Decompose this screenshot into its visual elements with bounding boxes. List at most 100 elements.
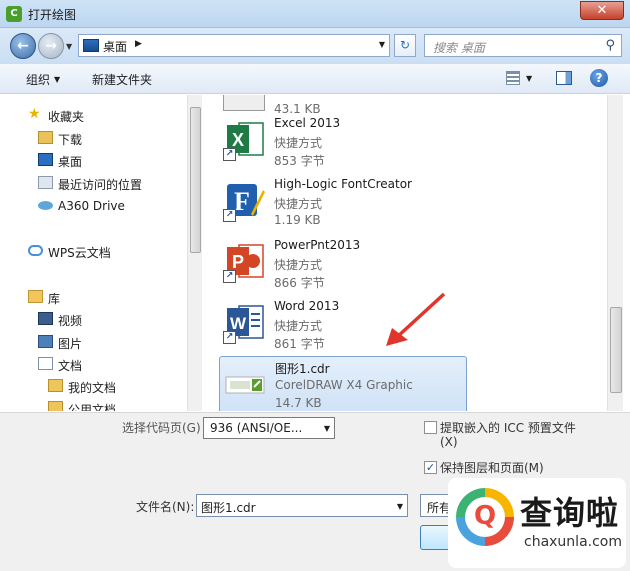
icc-checkbox[interactable]	[424, 421, 437, 434]
folder-icon	[48, 401, 63, 411]
svg-text:X: X	[232, 130, 244, 150]
sidebar-label: 收藏夹	[48, 110, 85, 124]
word-icon: W ↗	[223, 302, 265, 344]
cloud-icon	[28, 245, 43, 256]
breadcrumb-chevron-icon[interactable]: ▶	[135, 39, 142, 49]
desktop-icon	[38, 153, 53, 166]
address-dropdown-icon[interactable]: ▼	[379, 40, 385, 49]
history-dropdown-icon[interactable]: ▼	[66, 42, 72, 51]
chevron-down-icon[interactable]: ▼	[397, 502, 403, 511]
watermark: Q 查询啦 chaxunla.com	[448, 478, 626, 568]
navigation-bar: ← → ▼ 桌面 ▶ ▼ ↻ 搜索 桌面 ⚲	[0, 28, 630, 64]
sidebar-scroll-thumb[interactable]	[190, 107, 201, 253]
file-name: PowerPnt2013	[274, 238, 361, 252]
back-button[interactable]: ←	[10, 33, 36, 59]
icc-label: 提取嵌入的 ICC 预置文件	[440, 421, 576, 435]
file-item-cdr[interactable]: 图形1.cdr CorelDRAW X4 Graphic 14.7 KB	[219, 356, 467, 411]
sidebar-label: 最近访问的位置	[58, 178, 143, 192]
file-list-scrollbar[interactable]	[607, 95, 623, 411]
sidebar-label: 文档	[58, 359, 83, 373]
downloads-folder-icon	[38, 131, 53, 144]
forward-button[interactable]: →	[38, 33, 64, 59]
sidebar-label: A360 Drive	[58, 199, 125, 213]
recent-places-icon	[38, 176, 53, 189]
file-type: 快捷方式	[274, 136, 323, 150]
file-name: High-Logic FontCreator	[274, 177, 412, 191]
title-bar: C 打开绘图 ✕	[0, 0, 630, 28]
sidebar-label: 桌面	[58, 155, 83, 169]
search-icon[interactable]: ⚲	[605, 38, 615, 53]
file-list-scroll-thumb[interactable]	[610, 307, 622, 393]
file-type: 快捷方式	[274, 319, 323, 333]
filename-value: 图形1.cdr	[201, 501, 256, 515]
file-name: Word 2013	[274, 299, 340, 313]
coreldraw-file-icon	[224, 363, 266, 405]
window-title: 打开绘图	[28, 8, 77, 22]
watermark-logo-icon: Q	[456, 488, 514, 546]
close-button[interactable]: ✕	[580, 1, 624, 20]
documents-icon	[38, 357, 53, 370]
refresh-button[interactable]: ↻	[394, 34, 416, 57]
partial-file-icon	[223, 95, 265, 111]
search-box[interactable]: 搜索 桌面 ⚲	[424, 34, 622, 57]
library-icon	[28, 290, 43, 303]
pictures-icon	[38, 335, 53, 348]
star-icon: ★	[28, 106, 41, 122]
file-size: 866 字节	[274, 276, 325, 290]
svg-text:P: P	[232, 252, 244, 272]
view-dropdown-icon[interactable]: ▼	[526, 74, 532, 83]
chevron-down-icon[interactable]: ▼	[324, 424, 330, 433]
fontcreator-icon: F ↗	[223, 180, 265, 222]
layers-checkbox[interactable]: ✓	[424, 461, 437, 474]
file-type: CorelDRAW X4 Graphic	[275, 378, 413, 392]
icc-label-shortcut: (X)	[440, 435, 458, 449]
cloud-drive-icon	[38, 201, 53, 210]
organize-dropdown-icon[interactable]: ▼	[54, 75, 60, 84]
change-view-icon[interactable]	[506, 71, 520, 85]
sidebar-label: 下载	[58, 133, 83, 147]
red-arrow-annotation	[386, 292, 446, 346]
file-name: 图形1.cdr	[275, 362, 330, 376]
file-size: 861 字节	[274, 337, 325, 351]
sidebar-label: 图片	[58, 337, 83, 351]
sidebar-label: 公用文档	[68, 403, 117, 411]
preview-pane-icon[interactable]	[556, 71, 572, 85]
codepage-value: 936 (ANSI/OE...	[210, 421, 303, 435]
filename-label: 文件名(N):	[136, 500, 195, 514]
address-bar[interactable]: 桌面 ▶ ▼	[78, 34, 390, 57]
address-text: 桌面	[103, 40, 128, 54]
app-icon: C	[6, 6, 22, 22]
organize-button[interactable]: 组织	[26, 71, 50, 88]
folder-icon	[48, 379, 63, 392]
sidebar-scrollbar[interactable]	[187, 95, 202, 411]
codepage-select[interactable]: 936 (ANSI/OE... ▼	[203, 417, 335, 439]
sidebar-label: WPS云文档	[48, 246, 111, 260]
navigation-pane: ★ 收藏夹 下载 桌面 最近访问的位置 A360 Drive WPS云文档 库	[0, 95, 202, 411]
svg-text:F: F	[234, 187, 250, 216]
file-name: Excel 2013	[274, 116, 341, 130]
filename-input[interactable]: 图形1.cdr ▼	[196, 494, 408, 517]
codepage-label: 选择代码页(G)	[122, 421, 201, 435]
file-size: 853 字节	[274, 154, 325, 168]
powerpoint-icon: P ↗	[223, 241, 265, 283]
video-icon	[38, 312, 53, 325]
command-toolbar: 组织 ▼ 新建文件夹 ▼ ?	[0, 64, 630, 94]
shortcut-arrow-icon: ↗	[223, 148, 236, 161]
desktop-icon	[83, 39, 99, 52]
file-list: 43.1 KB X ↗ Excel 2013 快捷方式 853 字节 F ↗ H…	[203, 95, 607, 411]
file-item-powerpoint[interactable]: P ↗ PowerPnt2013 快捷方式 866 字节	[219, 235, 467, 293]
file-item-excel[interactable]: X ↗ Excel 2013 快捷方式 853 字节	[219, 113, 467, 171]
open-dialog: C 打开绘图 ✕ ← → ▼ 桌面 ▶ ▼ ↻ 搜索 桌面 ⚲ 组织 ▼ 新建文…	[0, 0, 630, 571]
new-folder-button[interactable]: 新建文件夹	[92, 71, 152, 88]
shortcut-arrow-icon: ↗	[223, 270, 236, 283]
file-item-fontcreator[interactable]: F ↗ High-Logic FontCreator 快捷方式 1.19 KB	[219, 174, 467, 232]
sidebar-label: 库	[48, 292, 61, 306]
file-type: 快捷方式	[274, 197, 323, 211]
shortcut-arrow-icon: ↗	[223, 331, 236, 344]
watermark-text: 查询啦	[520, 494, 620, 532]
help-icon[interactable]: ?	[590, 69, 608, 87]
excel-icon: X ↗	[223, 119, 265, 161]
search-placeholder: 搜索 桌面	[433, 41, 485, 55]
file-size: 14.7 KB	[275, 396, 322, 410]
sidebar-label: 视频	[58, 314, 83, 328]
